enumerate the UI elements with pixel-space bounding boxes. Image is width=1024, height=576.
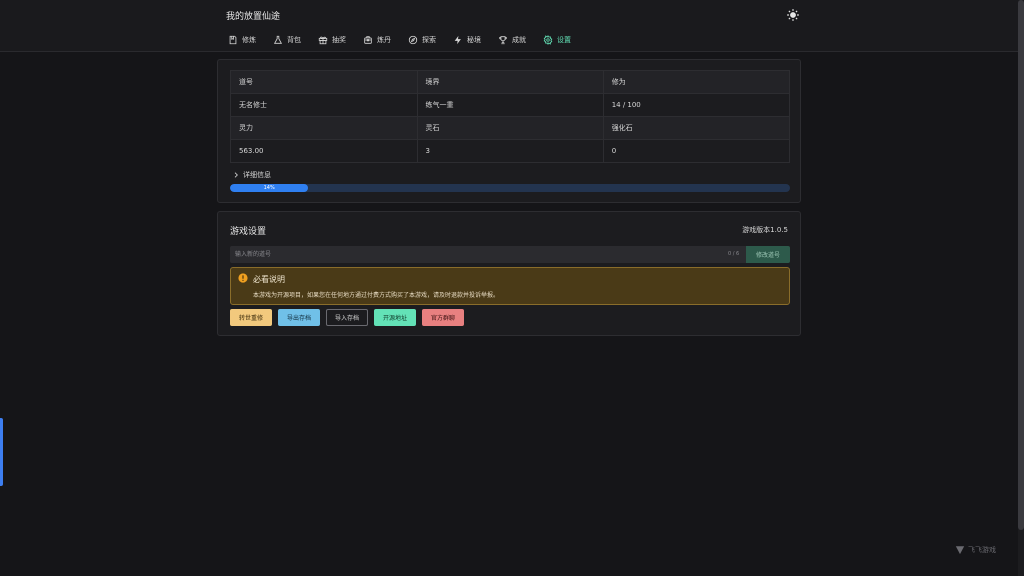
cultivation-progress-bar: 14% [230, 184, 790, 192]
gift-icon [318, 36, 328, 45]
stat-value-cultivation: 14 / 100 [603, 93, 791, 117]
reincarnate-button[interactable]: 转世重修 [230, 309, 272, 326]
table-row: 563.00 3 0 [230, 139, 791, 163]
gear-icon [543, 35, 553, 45]
notice-text: 本游戏为开源项目，如果您在任何地方通过付费方式购买了本游戏，请及时退款并投诉举报… [253, 292, 500, 299]
new-name-input[interactable] [230, 246, 746, 263]
nav-item-settings[interactable]: 设置 [543, 32, 571, 48]
furnace-icon [364, 36, 372, 44]
app-header: 我的放置仙途 修炼 背包 抽奖 炼丹 探索 秘境 成就 设置 [0, 0, 1018, 52]
action-buttons: 转世重修 导出存档 导入存档 开源地址 官方群聊 [230, 309, 470, 326]
nav-item-alchemy[interactable]: 炼丹 [363, 32, 391, 48]
stat-header: 境界 [417, 70, 604, 94]
player-stats-card: 道号 境界 修为 无名修士 练气一重 14 / 100 灵力 灵石 强化石 56… [217, 59, 801, 203]
page: 我的放置仙途 修炼 背包 抽奖 炼丹 探索 秘境 成就 设置 道号 境界 修为 … [0, 0, 1024, 576]
game-version: 游戏版本1.0.5 [742, 226, 788, 234]
app-title: 我的放置仙途 [226, 12, 281, 22]
nav-label: 修炼 [242, 36, 256, 44]
stats-table: 道号 境界 修为 无名修士 练气一重 14 / 100 灵力 灵石 强化石 56… [230, 70, 791, 163]
stat-header: 灵力 [230, 116, 418, 140]
nav-label: 探索 [422, 36, 436, 44]
open-source-button[interactable]: 开源地址 [374, 309, 416, 326]
official-group-button[interactable]: 官方群聊 [422, 309, 464, 326]
watermark-text: 飞飞游戏 [968, 546, 996, 554]
nav-item-cultivate[interactable]: 修炼 [228, 32, 256, 48]
main-nav: 修炼 背包 抽奖 炼丹 探索 秘境 成就 设置 [228, 32, 588, 48]
scrollbar[interactable] [1018, 0, 1024, 576]
notice-alert: 必看说明 本游戏为开源项目，如果您在任何地方通过付费方式购买了本游戏，请及时退款… [230, 267, 790, 305]
nav-label: 成就 [512, 36, 526, 44]
import-save-button[interactable]: 导入存档 [326, 309, 368, 326]
nav-label: 设置 [557, 36, 571, 44]
compass-icon [408, 35, 418, 45]
name-char-count: 0 / 6 [728, 251, 740, 257]
sun-icon[interactable] [786, 8, 800, 22]
nav-item-lottery[interactable]: 抽奖 [318, 32, 346, 48]
progress-label: 14% [263, 185, 275, 191]
rename-button[interactable]: 修改道号 [746, 246, 790, 263]
scrollbar-thumb[interactable] [1018, 0, 1024, 530]
watermark: 飞飞游戏 [955, 545, 996, 555]
edge-tab[interactable] [0, 418, 3, 486]
table-row: 道号 境界 修为 [230, 70, 791, 94]
progress-fill: 14% [230, 184, 309, 192]
table-row: 无名修士 练气一重 14 / 100 [230, 93, 791, 117]
flask-icon [273, 35, 283, 44]
nav-item-secret-realm[interactable]: 秘境 [453, 32, 481, 48]
chevron-right-icon [234, 172, 238, 178]
stat-value-enhance-stones: 0 [603, 139, 791, 163]
nav-label: 炼丹 [377, 36, 391, 44]
notice-title: 必看说明 [253, 275, 285, 284]
trophy-icon [499, 36, 507, 45]
stat-value-realm: 练气一重 [417, 93, 604, 117]
stat-header: 修为 [603, 70, 791, 94]
rename-row: 0 / 6 修改道号 [230, 246, 790, 263]
lightning-icon [454, 35, 461, 45]
nav-label: 抽奖 [332, 36, 346, 44]
nav-label: 秘境 [467, 36, 481, 44]
nav-item-bag[interactable]: 背包 [273, 32, 301, 48]
stat-header: 道号 [230, 70, 418, 94]
logo-icon [955, 546, 965, 555]
stat-value-name: 无名修士 [230, 93, 418, 117]
nav-item-explore[interactable]: 探索 [408, 32, 436, 48]
table-row: 灵力 灵石 强化石 [230, 116, 791, 140]
nav-item-achievements[interactable]: 成就 [498, 32, 526, 48]
nav-label: 背包 [287, 36, 301, 44]
stat-header: 灵石 [417, 116, 604, 140]
stat-value-spirit-stones: 3 [417, 139, 604, 163]
book-icon [229, 35, 237, 45]
details-label: 详细信息 [243, 171, 271, 179]
warning-icon [238, 273, 248, 283]
stat-header: 强化石 [603, 116, 791, 140]
details-toggle[interactable]: 详细信息 [232, 170, 271, 180]
export-save-button[interactable]: 导出存档 [278, 309, 320, 326]
game-settings-card: 游戏设置 游戏版本1.0.5 0 / 6 修改道号 必看说明 本游戏为开源项目，… [217, 211, 801, 336]
stat-value-spirit-power: 563.00 [230, 139, 418, 163]
settings-title: 游戏设置 [230, 227, 267, 237]
